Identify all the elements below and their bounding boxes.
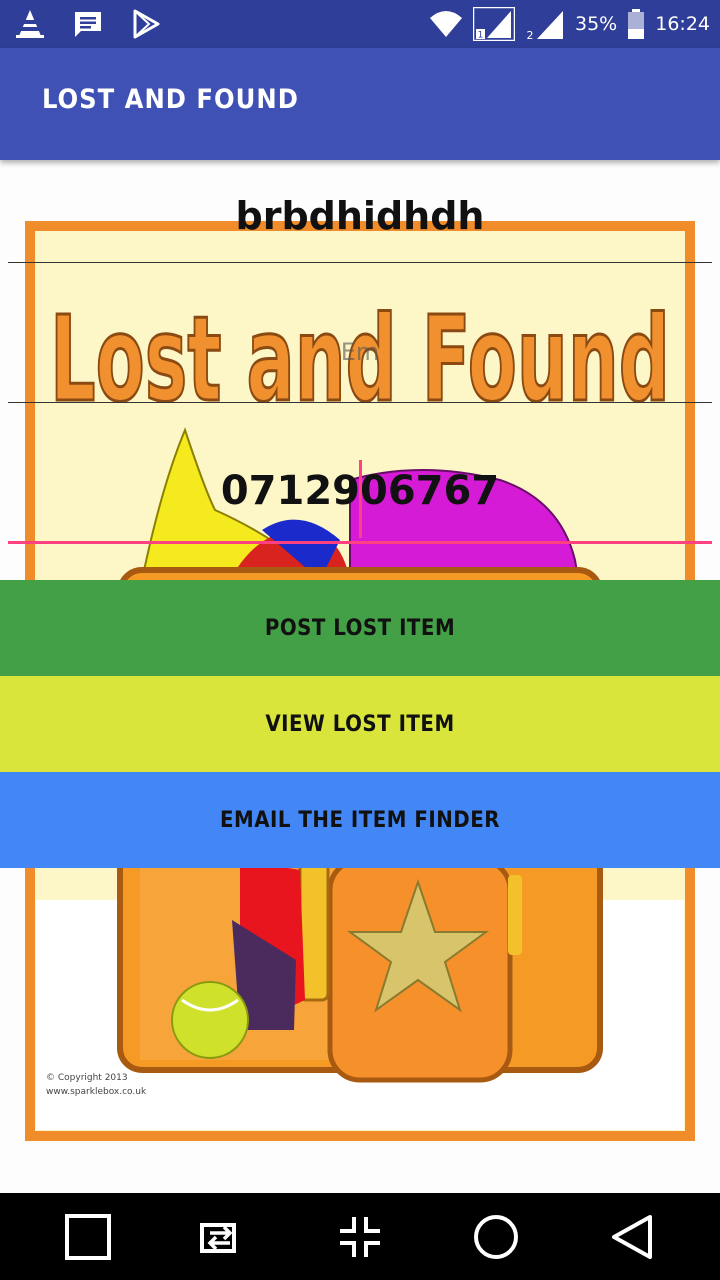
battery-icon xyxy=(628,9,645,39)
home-icon[interactable] xyxy=(472,1213,520,1261)
name-field-value: brbdhidhdh xyxy=(235,194,485,238)
recent-apps-icon[interactable] xyxy=(64,1213,112,1261)
status-bar: 1 2 35% 16:24 xyxy=(0,0,720,48)
system-status: 1 2 35% 16:24 xyxy=(429,6,710,42)
email-item-finder-label: EMAIL THE ITEM FINDER xyxy=(220,807,500,833)
email-item-finder-button[interactable]: EMAIL THE ITEM FINDER xyxy=(0,772,720,868)
email-field-underline xyxy=(8,402,712,403)
battery-percent: 35% xyxy=(575,13,618,35)
clock: 16:24 xyxy=(655,13,710,35)
app-title: LOST AND FOUND xyxy=(42,84,299,115)
main-content: Lost and Found © Copyright 2013 www.spar… xyxy=(0,160,720,1193)
app-bar: LOST AND FOUND xyxy=(0,48,720,160)
email-field-hint: Em xyxy=(340,338,380,366)
text-cursor xyxy=(359,460,362,538)
notification-icons xyxy=(14,6,162,42)
svg-text:1: 1 xyxy=(478,31,484,41)
svg-text:2: 2 xyxy=(527,29,534,41)
email-field[interactable]: Em xyxy=(8,338,712,366)
svg-text:© Copyright 2013: © Copyright 2013 xyxy=(46,1073,128,1083)
navigation-bar xyxy=(0,1193,720,1280)
back-icon[interactable] xyxy=(608,1213,656,1261)
post-lost-item-button[interactable]: POST LOST ITEM xyxy=(0,580,720,676)
wifi-icon xyxy=(430,11,462,37)
message-icon xyxy=(75,12,101,37)
name-field[interactable]: brbdhidhdh xyxy=(8,194,712,238)
vlc-cone-icon xyxy=(16,10,44,38)
svg-text:www.sparklebox.co.uk: www.sparklebox.co.uk xyxy=(46,1087,147,1097)
play-store-icon xyxy=(133,9,160,39)
view-lost-item-label: VIEW LOST ITEM xyxy=(265,711,455,737)
fullscreen-exit-icon[interactable] xyxy=(336,1213,384,1261)
view-lost-item-button[interactable]: VIEW LOST ITEM xyxy=(0,676,720,772)
phone-field-underline xyxy=(8,541,712,544)
signal-sim2-icon: 2 xyxy=(527,11,563,41)
post-lost-item-label: POST LOST ITEM xyxy=(264,615,456,641)
switch-app-icon[interactable] xyxy=(196,1213,244,1261)
signal-sim1-icon: 1 xyxy=(473,7,515,41)
name-field-underline xyxy=(8,262,712,263)
